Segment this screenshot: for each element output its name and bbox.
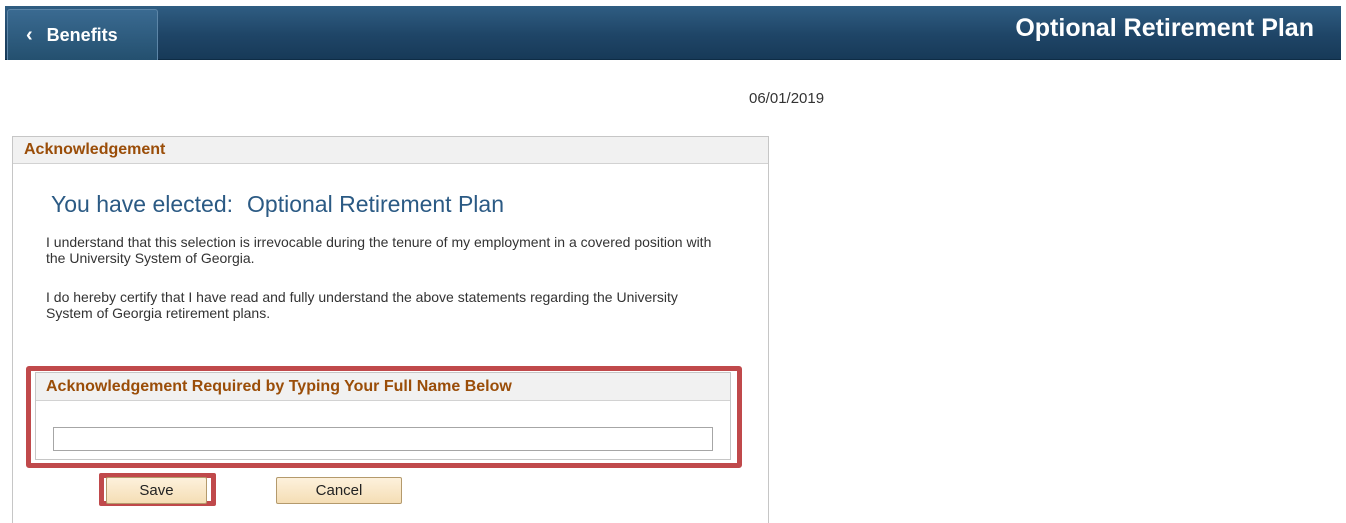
back-to-benefits-button[interactable]: ‹ Benefits [7, 9, 158, 60]
page-title: Optional Retirement Plan [1015, 14, 1314, 42]
irrevocable-statement: I understand that this selection is irre… [46, 234, 712, 266]
chevron-left-icon: ‹ [26, 24, 33, 46]
acknowledgement-required-title: Acknowledgement Required by Typing Your … [36, 373, 730, 401]
cancel-button[interactable]: Cancel [276, 477, 402, 504]
full-name-input[interactable] [53, 427, 713, 451]
certification-statement: I do hereby certify that I have read and… [46, 289, 678, 321]
elected-plan-heading: You have elected: Optional Retirement Pla… [51, 191, 504, 218]
save-button[interactable]: Save [106, 477, 207, 504]
elected-plan-name: Optional Retirement Plan [247, 191, 504, 217]
acknowledgement-name-box: Acknowledgement Required by Typing Your … [35, 372, 731, 460]
elected-prefix: You have elected: [51, 191, 234, 217]
page-header: ‹ Benefits Optional Retirement Plan [5, 6, 1341, 60]
acknowledgement-panel-title: Acknowledgement [13, 137, 768, 164]
back-button-label: Benefits [46, 24, 118, 45]
effective-date: 06/01/2019 [749, 90, 825, 107]
